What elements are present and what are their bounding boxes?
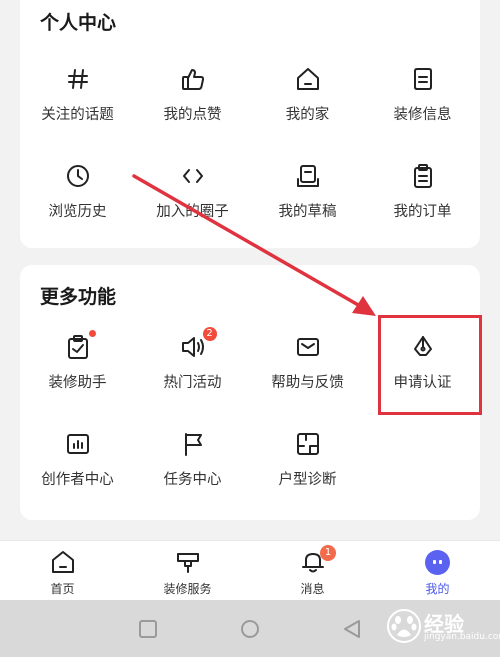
draft-icon [294,162,322,190]
clock-icon [64,162,92,190]
tab-label: 首页 [50,582,75,596]
tab-home[interactable]: 首页 [0,541,125,601]
tab-messages[interactable]: 1 消息 [250,541,375,601]
tab-mine[interactable]: 我的 [375,541,500,601]
messages-badge: 1 [320,545,336,561]
notification-dot [88,330,96,337]
service-icon [175,549,201,575]
house-icon [294,65,322,93]
home-icon [50,549,76,575]
home-circle-icon[interactable] [239,618,261,640]
grid-item-label: 创作者中心 [41,472,114,488]
grid-item-label: 热门活动 [163,375,222,391]
floorplan-icon [294,430,322,458]
grid-item-my-likes[interactable]: 我的点赞 [135,65,250,135]
grid-item-label: 我的草稿 [278,204,337,220]
grid-item-label: 装修助手 [48,375,107,391]
personal-center-card: 个人中心 关注的话题 我的点赞 我的家 装修信息 浏览历史 加入的圈子 我的草稿… [20,0,480,248]
grid-item-creator-center[interactable]: 创作者中心 [20,430,135,500]
grid-item-label: 加入的圈子 [156,204,229,220]
grid-item-renovation-assistant[interactable]: 装修助手 [20,330,135,403]
personal-center-title: 个人中心 [40,12,117,34]
grid-item-my-home[interactable]: 我的家 [250,65,365,135]
grid-item-label: 我的订单 [393,204,452,220]
more-features-title: 更多功能 [40,286,117,308]
paw-logo-icon [387,609,421,643]
grid-item-task-center[interactable]: 任务中心 [135,430,250,500]
mail-icon [294,333,322,361]
tab-label: 装修服务 [163,582,212,596]
thumbs-up-icon [179,65,207,93]
tab-label: 我的 [425,582,450,596]
grid-item-hot-events[interactable]: 2 热门活动 [135,327,250,403]
recent-apps-icon[interactable] [137,618,159,640]
tab-label: 消息 [300,582,325,596]
hash-icon [64,65,92,93]
grid-item-browse-history[interactable]: 浏览历史 [20,162,135,232]
code-brackets-icon [179,162,207,190]
grid-item-label: 任务中心 [163,472,222,488]
grid-item-help-feedback[interactable]: 帮助与反馈 [250,333,365,403]
watermark-url: jingyan.baidu.com [424,632,500,642]
grid-item-label: 户型诊断 [278,472,337,488]
grid-item-label: 我的家 [285,107,330,123]
grid-item-my-drafts[interactable]: 我的草稿 [250,162,365,232]
back-triangle-icon[interactable] [341,618,363,640]
assistant-clipboard-icon [64,330,96,361]
annotation-highlight-box [378,315,482,415]
grid-item-my-orders[interactable]: 我的订单 [365,162,480,232]
bottom-tab-bar: 首页 装修服务 1 消息 我的 [0,540,500,600]
baidu-jingyan-watermark: 经验 jingyan.baidu.com [384,606,500,650]
grid-item-label: 帮助与反馈 [271,375,344,391]
chart-icon [64,430,92,458]
grid-item-label: 装修信息 [393,107,452,123]
grid-item-label: 我的点赞 [163,107,222,123]
grid-item-label: 关注的话题 [41,107,114,123]
clipboard-icon [409,162,437,190]
grid-item-renovation-info[interactable]: 装修信息 [365,65,480,135]
grid-item-joined-circles[interactable]: 加入的圈子 [135,162,250,232]
avatar-icon [425,550,450,575]
grid-item-followed-topics[interactable]: 关注的话题 [20,65,135,135]
tab-renovation-service[interactable]: 装修服务 [125,541,250,601]
document-icon [409,65,437,93]
notification-badge: 2 [202,327,217,341]
flag-icon [179,430,207,458]
megaphone-icon: 2 [179,327,217,361]
grid-item-label: 浏览历史 [48,204,107,220]
system-navigation-bar: 经验 jingyan.baidu.com [0,600,500,657]
grid-item-floorplan-diagnosis[interactable]: 户型诊断 [250,430,365,500]
